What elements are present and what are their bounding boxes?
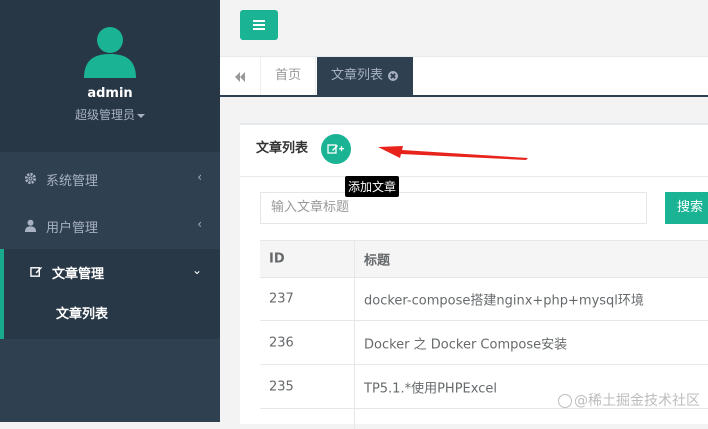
close-icon[interactable]: [388, 71, 398, 81]
user-profile: admin 超级管理员: [0, 0, 220, 152]
top-bar: [220, 0, 708, 57]
tab-home[interactable]: 首页: [261, 57, 316, 95]
watermark-text: @稀土掘金技术社区: [574, 393, 700, 409]
tab-label: 文章列表: [331, 68, 384, 83]
panel-title: 文章列表: [256, 141, 309, 156]
menu-toggle-button[interactable]: [240, 10, 278, 40]
sidebar-item-system[interactable]: 系统管理 ‹: [0, 156, 220, 202]
tab-scroll-left-button[interactable]: [220, 57, 261, 95]
search-input[interactable]: 输入文章标题: [260, 192, 647, 224]
edit-plus-icon: [327, 144, 344, 154]
article-list-panel: 文章列表 输入文章标题 搜索 ID 标题 237 docker-compose搭…: [240, 123, 708, 429]
sidebar-item-label: 文章管理: [52, 267, 105, 282]
search-button[interactable]: 搜索: [665, 192, 708, 224]
chevron-left-icon: ‹: [197, 170, 202, 184]
annotation-arrow-icon: [378, 146, 528, 160]
cell-title: docker-compose搭建nginx+php+mysql环境: [364, 293, 644, 308]
chevron-down-icon: ⌄: [191, 263, 202, 277]
sidebar-subitem-article-list[interactable]: 文章列表: [56, 303, 108, 322]
double-chevron-left-icon: [235, 71, 245, 82]
sidebar-item-articles[interactable]: 文章管理 ⌄ 文章列表: [0, 249, 220, 339]
user-icon: [24, 219, 37, 232]
table-row: [260, 409, 708, 429]
watermark: @稀土掘金技术社区: [558, 390, 700, 410]
add-article-button[interactable]: [321, 134, 351, 164]
hamburger-icon: [253, 20, 265, 22]
table-row[interactable]: 236 Docker 之 Docker Compose安装: [260, 321, 708, 365]
cell-id: 237: [269, 291, 294, 306]
panel-divider: [240, 176, 708, 177]
gear-icon: [24, 172, 37, 185]
user-role-dropdown[interactable]: 超级管理员: [0, 106, 220, 123]
tabs-bar: 首页 文章列表: [220, 57, 708, 97]
user-role-label: 超级管理员: [74, 108, 135, 122]
tab-article-list[interactable]: 文章列表: [317, 57, 413, 95]
column-header-id: ID: [269, 251, 285, 267]
table-header-row: ID 标题: [260, 240, 708, 278]
sidebar: admin 超级管理员 系统管理 ‹ 用户管理 ‹ 文章管理 ⌄ 文章列表: [0, 0, 220, 422]
caret-down-icon: [137, 113, 145, 118]
cell-title: TP5.1.*使用PHPExcel: [364, 381, 497, 396]
sidebar-item-users[interactable]: 用户管理 ‹: [0, 203, 220, 249]
cell-title: Docker 之 Docker Compose安装: [364, 337, 568, 352]
cell-id: 236: [269, 335, 294, 350]
sidebar-item-label: 系统管理: [46, 174, 99, 189]
avatar-icon[interactable]: [82, 26, 138, 78]
table-row[interactable]: 237 docker-compose搭建nginx+php+mysql环境: [260, 277, 708, 321]
watermark-logo-icon: [558, 394, 572, 408]
add-article-tooltip: 添加文章: [345, 176, 400, 197]
sidebar-item-label: 用户管理: [46, 221, 99, 236]
cell-id: 235: [269, 379, 294, 394]
chevron-left-icon: ‹: [197, 217, 202, 231]
user-name: admin: [87, 86, 133, 101]
edit-icon: [30, 266, 43, 277]
column-header-title: 标题: [364, 253, 391, 269]
